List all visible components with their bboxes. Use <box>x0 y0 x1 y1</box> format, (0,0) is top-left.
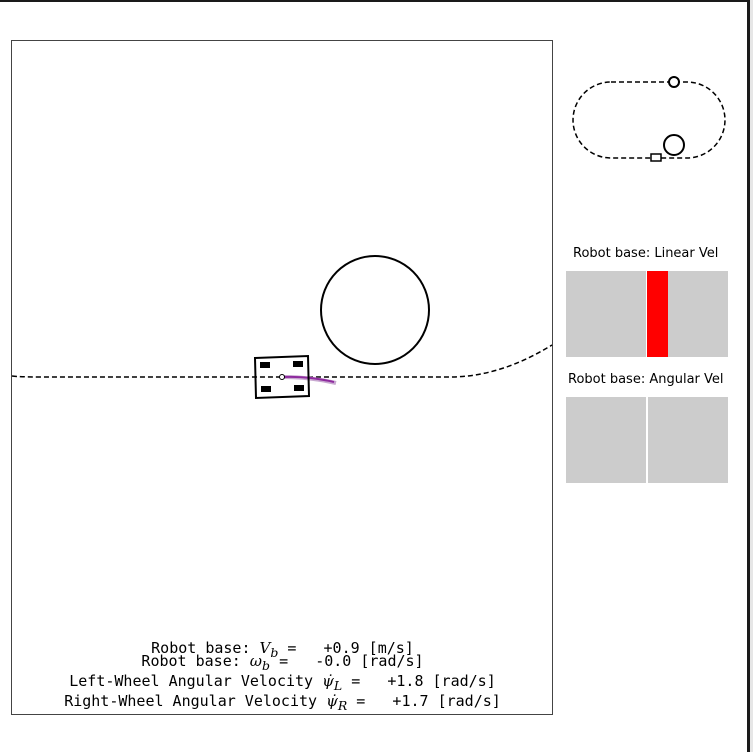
readout-angular-prefix: Robot base: <box>141 652 250 670</box>
angular-vel-gauge <box>566 397 728 483</box>
linear-vel-gauge <box>566 271 728 357</box>
readout-left-wheel-prefix: Left-Wheel Angular Velocity <box>69 672 323 690</box>
robot-wheel-rear-right <box>294 385 304 391</box>
robot-wheel-rear-left <box>261 386 271 392</box>
readout-angular-value: -0.0 [rad/s] <box>297 652 424 670</box>
linear-vel-bar <box>647 271 669 357</box>
readout-right-wheel-prefix: Right-Wheel Angular Velocity <box>64 692 327 710</box>
readout-left-wheel-sub: L <box>333 678 343 693</box>
readout-angular-symbol: ω <box>249 652 263 670</box>
readout-right-wheel: Right-Wheel Angular Velocity ψ̇R = +1.7 … <box>64 692 501 713</box>
readout-right-wheel-value: +1.7 [rad/s] <box>374 692 501 710</box>
robot-wheel-front-left <box>260 362 270 368</box>
readout-angular-sub: b <box>262 658 271 673</box>
angular-vel-title: Robot base: Angular Vel <box>568 372 724 387</box>
linear-vel-title: Robot base: Linear Vel <box>573 246 719 261</box>
angular-vel-zero-line <box>646 397 648 483</box>
robot-wheel-front-right <box>293 361 303 367</box>
readout-right-wheel-symbol: ψ̇ <box>326 692 338 710</box>
readout-left-wheel-symbol: ψ̇ <box>322 672 334 690</box>
readout-right-wheel-sub: R <box>337 698 348 713</box>
robot-center <box>279 374 285 380</box>
readout-left-wheel-value: +1.8 [rad/s] <box>369 672 496 690</box>
